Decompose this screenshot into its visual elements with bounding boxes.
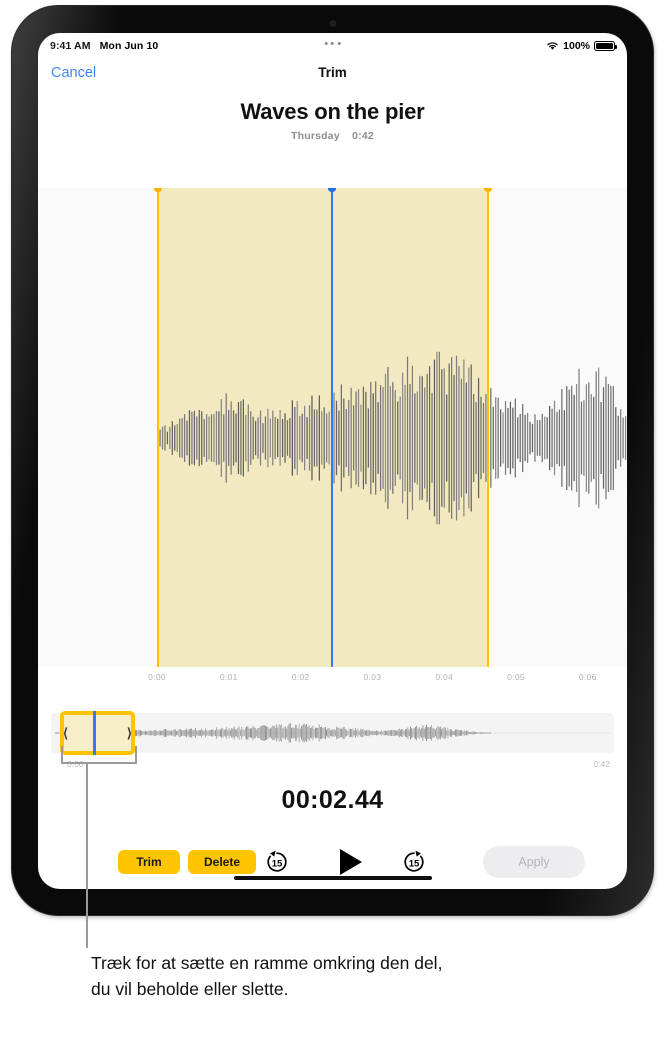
skip-forward-15-icon[interactable]: 15 (400, 848, 428, 876)
screenshot-root: 9:41 AM Mon Jun 10 100% Cancel Trim Wave… (0, 0, 665, 1056)
svg-text:15: 15 (272, 859, 283, 870)
battery-percent-label: 100% (563, 40, 590, 52)
wifi-icon (547, 42, 558, 50)
recording-title-block: Waves on the pier Thursday 0:42 (38, 99, 627, 142)
playhead[interactable] (328, 188, 336, 667)
selection-start-handle[interactable] (154, 188, 162, 667)
recording-duration: 0:42 (352, 130, 374, 142)
page-title: Trim (318, 65, 347, 80)
navigation-bar: Cancel Trim (38, 59, 627, 93)
callout-caption: Træk for at sætte en ramme omkring den d… (91, 953, 443, 999)
ruler-tick-3: 0:03 (363, 672, 382, 682)
tablet-device-frame: 9:41 AM Mon Jun 10 100% Cancel Trim Wave… (12, 6, 653, 915)
status-bar-left: 9:41 AM Mon Jun 10 (50, 40, 158, 52)
battery-icon (594, 40, 617, 52)
cancel-button[interactable]: Cancel (51, 65, 96, 81)
recording-day: Thursday (291, 130, 340, 142)
apply-button[interactable]: Apply (483, 846, 585, 878)
delete-button[interactable]: Delete (188, 850, 256, 874)
ruler-tick-5: 0:05 (507, 672, 525, 682)
ruler-tick-4: 0:04 (435, 672, 454, 682)
svg-text:15: 15 (409, 859, 420, 870)
ruler-tick-0: 0:00 (148, 672, 166, 682)
home-indicator[interactable] (233, 876, 432, 880)
current-time-display: 00:02.44 (281, 786, 384, 814)
chevron-right-handle-icon[interactable]: ⟩ (127, 727, 132, 740)
ruler-tick-2: 0:02 (291, 672, 310, 682)
play-button[interactable] (340, 849, 362, 875)
status-bar-right: 100% (546, 40, 617, 52)
time-ruler: 0:00 0:01 0:02 0:03 0:04 0:05 0:06 (38, 667, 627, 693)
callout-leader-line (86, 764, 88, 948)
recording-name: Waves on the pier (240, 99, 425, 124)
status-bar: 9:41 AM Mon Jun 10 100% (38, 33, 627, 59)
skip-back-15-icon[interactable]: 15 (263, 848, 291, 876)
mini-end-time: 0:42 (593, 759, 610, 769)
selection-end-handle[interactable] (484, 188, 492, 667)
status-date: Mon Jun 10 (99, 40, 159, 52)
trim-button[interactable]: Trim (118, 850, 180, 874)
multitasking-dots-icon[interactable] (324, 42, 341, 46)
transport-controls: Trim Delete 15 15 Apply (38, 845, 627, 887)
status-time: 9:41 AM (50, 40, 91, 52)
callout-bracket (61, 746, 137, 764)
ruler-tick-1: 0:01 (219, 672, 238, 682)
chevron-left-handle-icon[interactable]: ⟨ (63, 727, 68, 740)
recording-meta: Thursday 0:42 (38, 130, 627, 142)
front-camera-icon (329, 20, 336, 27)
ruler-tick-6: 0:06 (578, 672, 597, 682)
waveform-editor[interactable] (38, 188, 627, 667)
